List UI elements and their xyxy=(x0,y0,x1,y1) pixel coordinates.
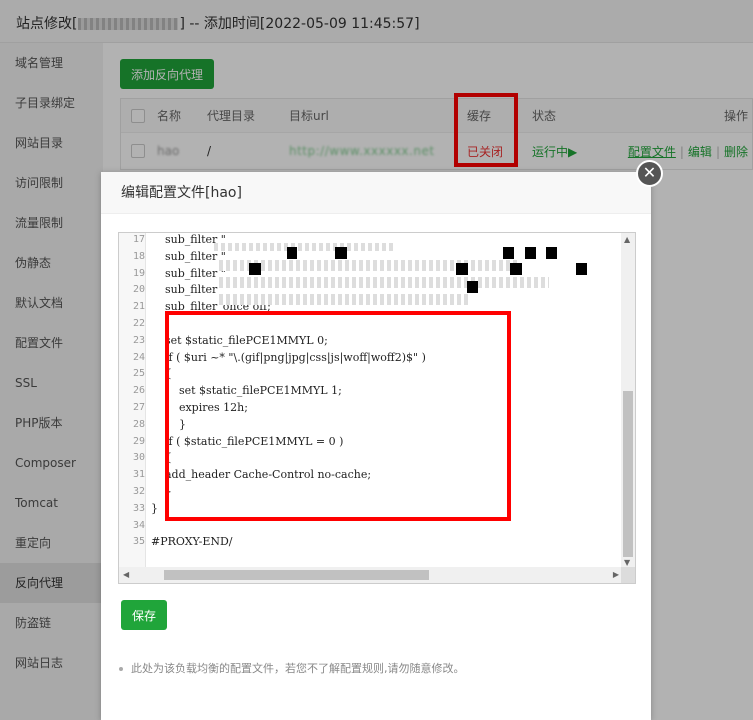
line-number: 28 xyxy=(132,418,145,430)
line-number: 22 xyxy=(132,318,145,329)
redacted-block xyxy=(335,247,347,259)
edit-config-modal: 编辑配置文件[hao] ▲ ▼ ◀ ▶ 17 sub_filter " 18 su… xyxy=(101,172,651,720)
line-number: 25 xyxy=(132,368,145,380)
redacted-block xyxy=(546,247,557,259)
line-number: 24 xyxy=(132,351,145,363)
code-line: sub_filter " xyxy=(151,283,226,297)
config-note: 此处为该负载均衡的配置文件，若您不了解配置规则,请勿随意修改。 xyxy=(119,660,465,676)
line-number: 17 xyxy=(132,234,145,245)
scroll-corner xyxy=(621,567,635,583)
line-number: 34 xyxy=(132,519,145,531)
line-number: 30 xyxy=(132,452,145,464)
line-number: 33 xyxy=(132,502,145,514)
redacted-block xyxy=(576,263,587,275)
scroll-right-icon[interactable]: ▶ xyxy=(613,570,619,579)
redacted-block xyxy=(503,247,514,259)
code-line: if ( $static_filePCE1MMYL = 0 ) xyxy=(151,434,344,448)
code-line: set $static_filePCE1MMYL 1; xyxy=(151,384,342,398)
line-number: 29 xyxy=(132,435,145,447)
code-line: expires 12h; xyxy=(151,401,248,414)
horizontal-scrollbar[interactable]: ◀ ▶ xyxy=(119,567,623,583)
scroll-left-icon[interactable]: ◀ xyxy=(123,570,129,579)
redacted-block xyxy=(214,243,394,251)
code-line: if ( $uri ~* "\.(gif|png|jpg|css|js|woff… xyxy=(151,350,426,364)
code-editor[interactable]: ▲ ▼ ◀ ▶ 17 sub_filter " 18 sub_filter " 19… xyxy=(118,232,636,584)
code-line: #PROXY-END/ xyxy=(151,535,233,549)
code-line: set $static_filePCE1MMYL 0; xyxy=(151,333,328,347)
horizontal-scroll-thumb[interactable] xyxy=(164,570,429,580)
redacted-block xyxy=(219,294,469,305)
vertical-scrollbar[interactable]: ▲ ▼ xyxy=(621,233,635,569)
line-number: 26 xyxy=(132,385,145,397)
note-text: 此处为该负载均衡的配置文件，若您不了解配置规则,请勿随意修改。 xyxy=(131,662,465,675)
scroll-up-icon[interactable]: ▲ xyxy=(624,235,630,244)
redacted-block xyxy=(219,260,519,271)
line-number: 20 xyxy=(132,284,145,296)
line-number: 21 xyxy=(132,301,145,313)
scroll-down-icon[interactable]: ▼ xyxy=(624,558,630,567)
line-number: 23 xyxy=(132,334,145,346)
code-line: } xyxy=(151,501,158,515)
code-line: } xyxy=(151,417,186,431)
redacted-block xyxy=(525,247,536,259)
redacted-block xyxy=(456,263,468,275)
line-number: 31 xyxy=(132,469,145,481)
line-number: 19 xyxy=(132,267,145,279)
line-number: 18 xyxy=(132,250,145,262)
redacted-block xyxy=(510,263,522,275)
code-line: sub_filter " xyxy=(151,266,226,280)
bullet-icon xyxy=(119,667,123,671)
line-number: 27 xyxy=(132,402,145,413)
redacted-block xyxy=(219,277,549,288)
redacted-block xyxy=(467,281,478,293)
close-icon[interactable]: ✕ xyxy=(636,160,663,187)
line-number: 32 xyxy=(132,486,145,497)
code-line: } xyxy=(151,485,172,498)
redacted-block xyxy=(249,263,261,275)
code-line: { xyxy=(151,367,172,381)
code-line: { xyxy=(151,451,172,465)
save-button[interactable]: 保存 xyxy=(121,600,167,630)
line-number: 35 xyxy=(132,536,145,548)
code-line: add_header Cache-Control no-cache; xyxy=(151,468,372,482)
modal-title: 编辑配置文件[hao] xyxy=(101,172,651,214)
vertical-scroll-thumb[interactable] xyxy=(623,391,633,557)
redacted-block xyxy=(287,247,297,259)
